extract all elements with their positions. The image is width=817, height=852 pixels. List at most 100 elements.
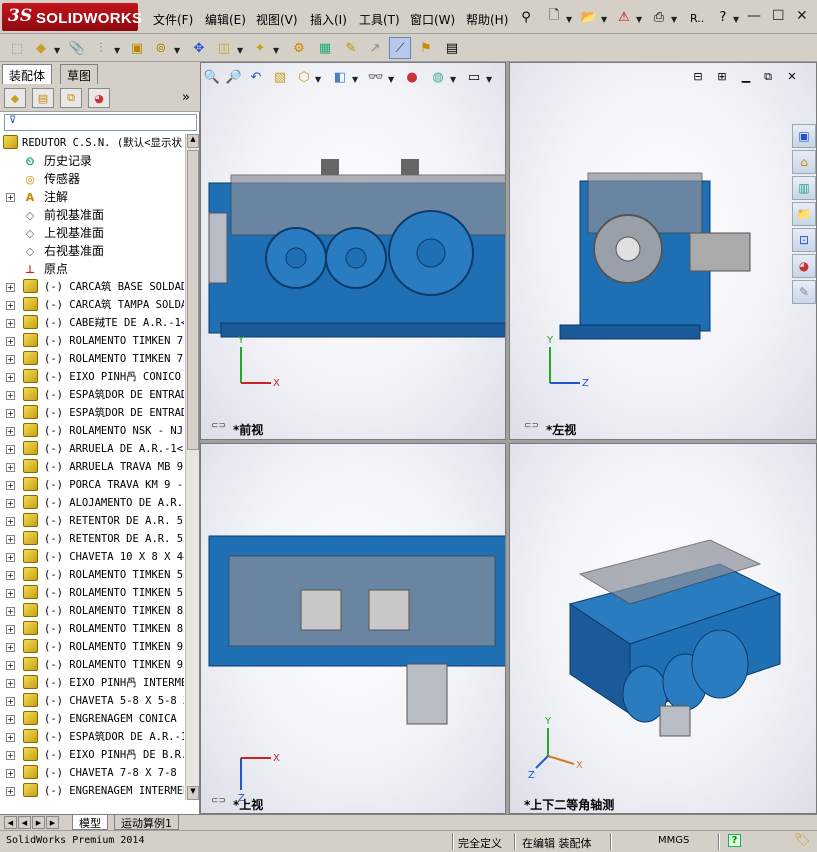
- solidworks-resources-icon[interactable]: ▣: [792, 124, 816, 148]
- hide-show-items-icon[interactable]: 👓: [366, 68, 386, 86]
- tree-item[interactable]: ◇ 右视基准面: [0, 242, 184, 260]
- tree-item[interactable]: + (-) ROLAMENTO TIMKEN 722: [0, 350, 184, 368]
- tree-item[interactable]: ◎ 传感器: [0, 170, 184, 188]
- graphics-area[interactable]: ⊂⊃ *前视 Y X ⊂⊃ *左视 Y Z ⊂⊃ *上视 Z X *上下二等角轴…: [200, 62, 817, 814]
- menu-help[interactable]: 帮助(H): [466, 11, 508, 28]
- toolbar-overflow[interactable]: R..: [690, 12, 704, 25]
- feature-tree-icon[interactable]: ◆: [4, 88, 26, 108]
- section-view-icon[interactable]: ▧: [270, 68, 290, 86]
- display-style-dropdown[interactable]: ▼: [352, 75, 358, 84]
- tree-item[interactable]: + (-) CARCA筑 TAMPA SOLDADA: [0, 296, 184, 314]
- tree-item[interactable]: + (-) EIXO PINH冎 INTERMED: [0, 674, 184, 692]
- tree-item[interactable]: + A 注解: [0, 188, 184, 206]
- tree-item[interactable]: + (-) CABE羢TE DE A.R.-1<1>: [0, 314, 184, 332]
- tree-scrollbar[interactable]: ▲ ▼: [185, 134, 199, 800]
- tree-item[interactable]: + (-) CHAVETA 10 X 8 X 44-: [0, 548, 184, 566]
- new-motion-study-icon[interactable]: ▦: [314, 37, 336, 59]
- expand-toggle[interactable]: +: [6, 301, 15, 310]
- reference-geometry-icon[interactable]: ⚙: [288, 37, 310, 59]
- tree-item[interactable]: + (-) CHAVETA 5-8 X 5-8 X: [0, 692, 184, 710]
- viewport-splitter-vertical[interactable]: [506, 62, 509, 814]
- appearances-icon[interactable]: ◕: [792, 254, 816, 278]
- tree-item[interactable]: + (-) ROLAMENTO TIMKEN 556: [0, 566, 184, 584]
- viewport-left[interactable]: ⊂⊃ *左视 Y Z: [509, 62, 817, 440]
- tree-filter[interactable]: ⊽: [4, 114, 197, 131]
- edit-appearance-icon[interactable]: ●: [402, 68, 422, 86]
- expand-toggle[interactable]: +: [6, 337, 15, 346]
- bill-of-materials-icon[interactable]: ✎: [340, 37, 362, 59]
- tree-item[interactable]: + (-) EIXO PINH冎 CONICO E: [0, 368, 184, 386]
- status-help[interactable]: ?: [728, 834, 741, 847]
- viewport-front[interactable]: ⊂⊃ *前视 Y X: [200, 62, 506, 440]
- new-part-icon[interactable]: ◆: [30, 37, 52, 59]
- hide-show-dropdown[interactable]: ▼: [388, 75, 394, 84]
- tab-model[interactable]: 模型: [72, 815, 108, 830]
- tree-item[interactable]: + (-) CHAVETA 7-8 X 7-8: [0, 764, 184, 782]
- expand-toggle[interactable]: +: [6, 607, 15, 616]
- tab-sketch[interactable]: 草图: [60, 64, 99, 84]
- tree-item[interactable]: + (-) ESPA筑DOR DE ENTRADA: [0, 404, 184, 422]
- new-document-icon[interactable]: 🗋: [543, 6, 565, 28]
- tree-item[interactable]: + (-) ENGRENAGEM CONICA -: [0, 710, 184, 728]
- expand-toggle[interactable]: +: [6, 679, 15, 688]
- restore-icon[interactable]: ☐: [772, 8, 785, 24]
- link-view-icon[interactable]: ⊂⊃: [524, 421, 542, 431]
- expand-toggle[interactable]: +: [6, 625, 15, 634]
- link-views-icon[interactable]: ⊟: [691, 70, 705, 84]
- open-folder-icon[interactable]: 📂: [578, 6, 600, 28]
- expand-toggle[interactable]: +: [6, 391, 15, 400]
- tree-item[interactable]: + (-) ROLAMENTO TIMKEN 955: [0, 638, 184, 656]
- viewport-splitter-horizontal[interactable]: [200, 440, 817, 443]
- custom-properties-icon[interactable]: ✎: [792, 280, 816, 304]
- link-view-icon[interactable]: ⊂⊃: [211, 796, 229, 806]
- zoom-to-area-icon[interactable]: 🔎: [224, 68, 244, 86]
- expand-toggle[interactable]: +: [6, 733, 15, 742]
- display-manager-icon[interactable]: ◕: [88, 88, 110, 108]
- minimize-window-icon[interactable]: ▁: [739, 70, 753, 84]
- tree-item[interactable]: + (-) ESPA筑DOR DE ENTRADA: [0, 386, 184, 404]
- mate-icon[interactable]: ⫶: [90, 37, 112, 59]
- show-hidden-dropdown[interactable]: ▼: [237, 46, 243, 55]
- tree-item[interactable]: ⊥ 原点: [0, 260, 184, 278]
- tree-item[interactable]: + (-) ARRUELA DE A.R.-1<1>: [0, 440, 184, 458]
- zoom-to-fit-icon[interactable]: 🔍: [202, 68, 222, 86]
- instant3d-icon[interactable]: ▤: [441, 37, 463, 59]
- tree-item[interactable]: + (-) ROLAMENTO TIMKEN 556: [0, 584, 184, 602]
- menu-tools[interactable]: 工具(T): [359, 11, 400, 28]
- expand-toggle[interactable]: +: [6, 481, 15, 490]
- viewport-iso[interactable]: *上下二等角轴测 Y X Z: [509, 443, 817, 814]
- view-settings-dropdown[interactable]: ▼: [486, 75, 492, 84]
- tree-item[interactable]: + (-) ESPA筑DOR DE A.R.-1<: [0, 728, 184, 746]
- expand-toggle[interactable]: +: [6, 769, 15, 778]
- previous-view-icon[interactable]: ↶: [246, 68, 266, 86]
- scroll-up-arrow[interactable]: ▲: [187, 134, 199, 148]
- tab-last-icon[interactable]: ▶: [46, 816, 59, 829]
- tree-item[interactable]: + (-) ROLAMENTO TIMKEN 722: [0, 332, 184, 350]
- expand-toggle[interactable]: +: [6, 535, 15, 544]
- tab-next-icon[interactable]: ▶: [32, 816, 45, 829]
- tag-icon[interactable]: 🏷: [794, 833, 811, 848]
- tree-item[interactable]: + (-) ROLAMENTO TIMKEN 835: [0, 602, 184, 620]
- rebuild-warning-icon[interactable]: ⚠: [613, 6, 635, 28]
- home-icon[interactable]: ⌂: [792, 150, 816, 174]
- tab-prev-icon[interactable]: ◀: [18, 816, 31, 829]
- tree-item[interactable]: + (-) EIXO PINH冎 DE B.R.: [0, 746, 184, 764]
- expand-toggle[interactable]: +: [6, 409, 15, 418]
- interference-detection-icon[interactable]: ⚑: [415, 37, 437, 59]
- tree-item[interactable]: + (-) RETENTOR DE A.R. 55: [0, 512, 184, 530]
- exploded-view-icon[interactable]: ↗: [364, 37, 386, 59]
- mate-dropdown[interactable]: ▼: [114, 46, 120, 55]
- view-orientation-dropdown[interactable]: ▼: [315, 75, 321, 84]
- expand-toggle[interactable]: +: [6, 787, 15, 796]
- tree-item[interactable]: + (-) RETENTOR DE A.R. 55: [0, 530, 184, 548]
- solidworks-logo[interactable]: 3S SOLIDWORKS: [2, 3, 142, 31]
- file-explorer-icon[interactable]: 📁: [792, 202, 816, 226]
- view-settings-icon[interactable]: ▭: [464, 68, 484, 86]
- tree-item[interactable]: + (-) ROLAMENTO TIMKEN 955: [0, 656, 184, 674]
- menu-window[interactable]: 窗口(W): [410, 11, 455, 28]
- scroll-thumb[interactable]: [187, 150, 199, 450]
- expand-toggle[interactable]: +: [6, 355, 15, 364]
- linear-pattern-icon[interactable]: ▣: [126, 37, 148, 59]
- menu-edit[interactable]: 编辑(E): [205, 11, 246, 28]
- expand-toggle[interactable]: +: [6, 193, 15, 202]
